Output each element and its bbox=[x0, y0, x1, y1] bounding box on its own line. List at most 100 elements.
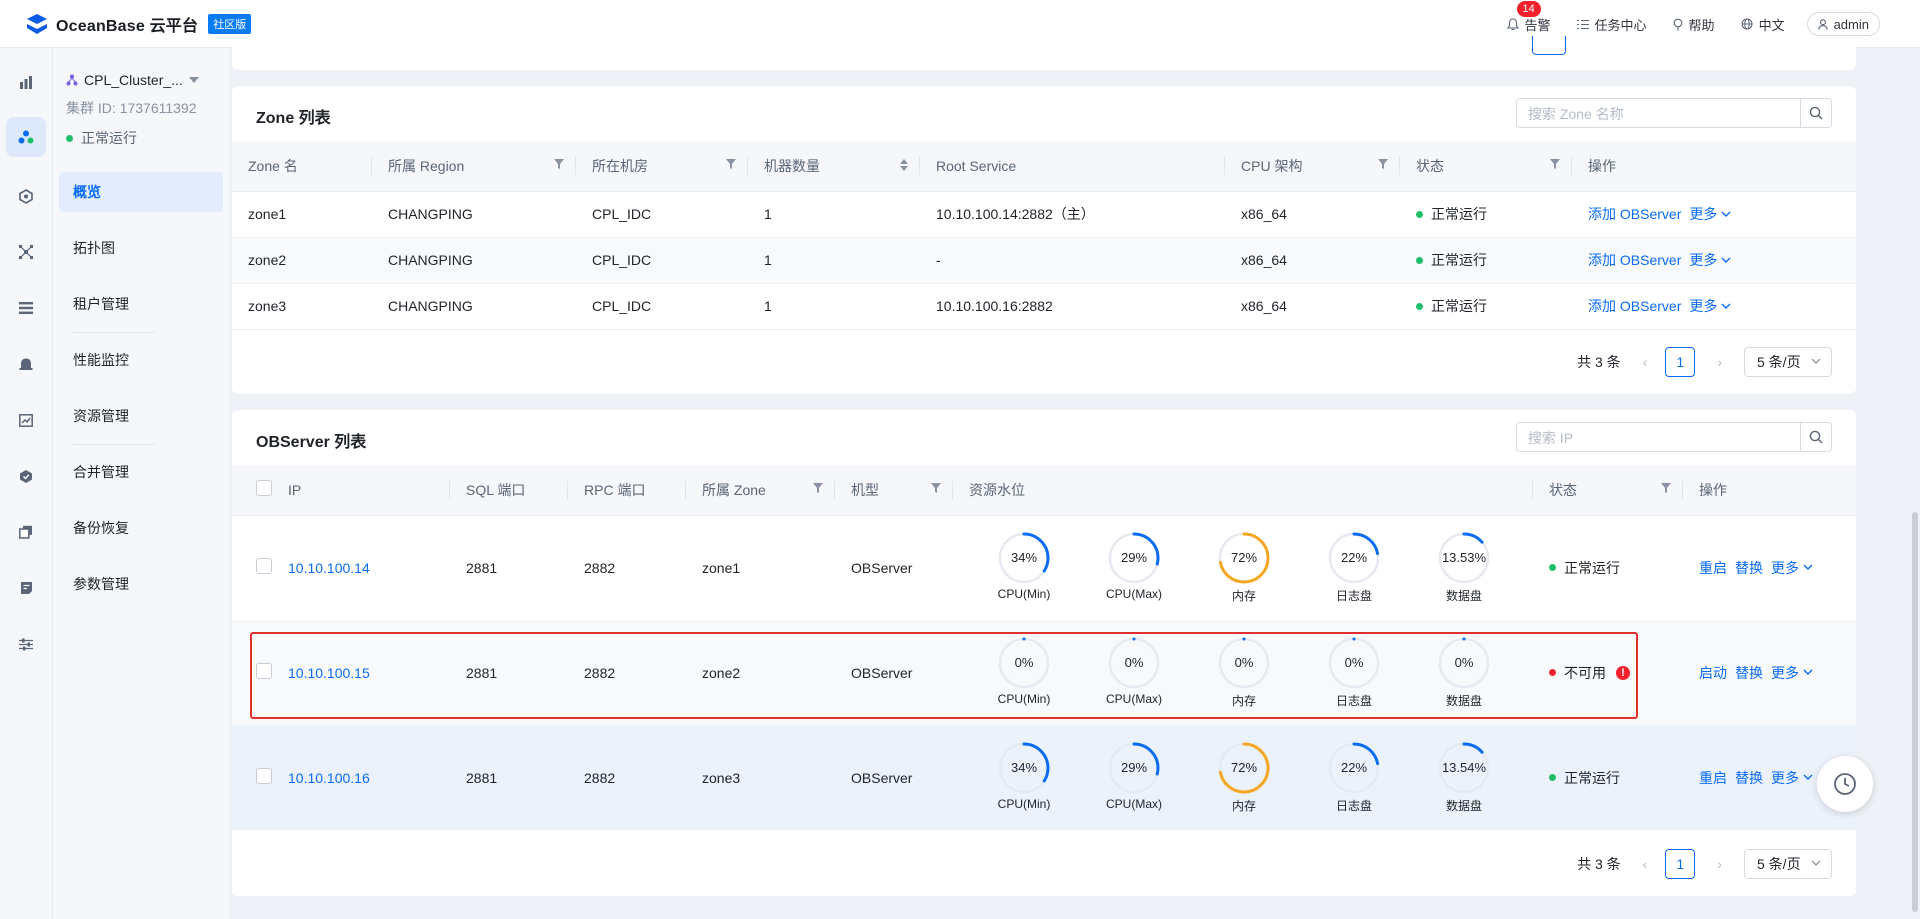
sort-icon[interactable] bbox=[900, 159, 908, 171]
rpc-port: 2882 bbox=[568, 620, 686, 725]
warning-icon[interactable]: ! bbox=[1616, 665, 1630, 680]
server-ip-link[interactable]: 10.10.100.14 bbox=[288, 560, 370, 576]
ip-search-input[interactable] bbox=[1517, 423, 1808, 453]
filter-icon[interactable] bbox=[554, 159, 564, 169]
add-observer-link[interactable]: 添加 OBServer bbox=[1588, 252, 1681, 268]
menu-item-overview[interactable]: 概览 bbox=[59, 172, 223, 212]
bar-chart-icon[interactable] bbox=[14, 70, 38, 94]
copy-icon[interactable] bbox=[14, 520, 38, 544]
gauge-label: 内存 bbox=[1231, 799, 1256, 813]
help-pin-icon bbox=[1673, 18, 1682, 30]
menu-item-merge[interactable]: 合并管理 bbox=[59, 452, 223, 492]
gauge-ring: 22% bbox=[1328, 532, 1380, 584]
gauge-value: 13.54% bbox=[1442, 760, 1487, 775]
replace-link[interactable]: 替换 bbox=[1735, 560, 1763, 576]
machine-type: OBServer bbox=[851, 559, 913, 576]
replace-link[interactable]: 替换 bbox=[1735, 770, 1763, 786]
cluster-icon[interactable] bbox=[6, 117, 46, 157]
next-page-icon[interactable]: › bbox=[1717, 354, 1722, 370]
resource-gauge: 13.53% 数据盘 bbox=[1409, 531, 1519, 604]
filter-icon[interactable] bbox=[931, 483, 941, 493]
document-icon[interactable] bbox=[14, 576, 38, 600]
zone-idc: CPL_IDC bbox=[576, 237, 748, 284]
fragment-button[interactable] bbox=[1532, 36, 1566, 55]
add-observer-link[interactable]: 添加 OBServer bbox=[1588, 206, 1681, 222]
filter-icon[interactable] bbox=[1661, 483, 1671, 493]
more-menu-link[interactable]: 更多 bbox=[1689, 204, 1731, 224]
page-number-button[interactable]: 1 bbox=[1665, 347, 1696, 377]
add-observer-link[interactable]: 添加 OBServer bbox=[1588, 298, 1681, 314]
menu-item-tenants[interactable]: 租户管理 bbox=[59, 284, 223, 324]
menu-divider bbox=[73, 444, 155, 445]
more-menu-link[interactable]: 更多 bbox=[1771, 663, 1813, 683]
zone-actions: 添加 OBServer 更多 bbox=[1572, 283, 1856, 330]
status-dot bbox=[1549, 774, 1556, 781]
shield-icon[interactable] bbox=[14, 464, 38, 488]
observer-table-header: IP SQL 端口 RPC 端口 所属 Zone 机型 资源水位 状态 操作 bbox=[232, 465, 1856, 516]
menu-item-backup[interactable]: 备份恢复 bbox=[59, 508, 223, 548]
history-float-button[interactable] bbox=[1817, 756, 1873, 812]
row-checkbox[interactable] bbox=[256, 663, 272, 679]
rpc-port: 2882 bbox=[568, 725, 686, 830]
cluster-selector[interactable]: CPL_Cluster_... bbox=[66, 72, 205, 88]
ip-search-button[interactable] bbox=[1800, 423, 1831, 451]
select-all-checkbox[interactable] bbox=[256, 480, 272, 497]
page-number-button[interactable]: 1 bbox=[1665, 849, 1696, 879]
restart-link[interactable]: 重启 bbox=[1699, 770, 1727, 786]
sliders-icon[interactable] bbox=[14, 632, 38, 656]
icon-rail bbox=[0, 48, 53, 919]
row-checkbox[interactable] bbox=[256, 768, 272, 784]
filter-icon[interactable] bbox=[1378, 159, 1388, 169]
next-page-icon[interactable]: › bbox=[1717, 856, 1722, 872]
task-center-nav-item[interactable]: 任务中心 bbox=[1576, 15, 1647, 34]
prev-page-icon[interactable]: ‹ bbox=[1643, 856, 1648, 872]
gauge-value: 0% bbox=[1235, 655, 1254, 670]
user-menu-button[interactable]: admin bbox=[1806, 12, 1880, 36]
page-scrollbar[interactable] bbox=[1912, 512, 1918, 912]
start-link[interactable]: 启动 bbox=[1699, 665, 1727, 681]
observer-list-title: OBServer 列表 bbox=[256, 434, 367, 451]
menu-item-resources[interactable]: 资源管理 bbox=[59, 396, 223, 436]
language-nav-item[interactable]: 中文 bbox=[1741, 15, 1785, 34]
sql-port: 2881 bbox=[450, 725, 568, 830]
gauge-label: CPU(Min) bbox=[997, 692, 1051, 706]
list-icon[interactable] bbox=[14, 296, 38, 320]
alarm-nav-item[interactable]: 告警 14 bbox=[1506, 0, 1551, 34]
gauge-ring: 22% bbox=[1328, 742, 1380, 794]
status-dot bbox=[1416, 210, 1423, 218]
server-ip-link[interactable]: 10.10.100.15 bbox=[288, 665, 370, 681]
zone-search-button[interactable] bbox=[1800, 99, 1831, 127]
observer-pagination: 共 3 条 ‹ 1 › 5 条/页 bbox=[1577, 848, 1832, 880]
menu-item-topology[interactable]: 拓扑图 bbox=[59, 228, 223, 268]
topology-icon[interactable] bbox=[14, 240, 38, 264]
page-size-select[interactable]: 5 条/页 bbox=[1744, 849, 1832, 879]
more-menu-link[interactable]: 更多 bbox=[1689, 296, 1731, 316]
prev-page-icon[interactable]: ‹ bbox=[1643, 354, 1648, 370]
menu-item-parameters[interactable]: 参数管理 bbox=[59, 564, 223, 604]
brand-logo[interactable]: OceanBase 云平台 社区版 bbox=[24, 12, 252, 36]
col-actions: 操作 bbox=[1683, 465, 1856, 516]
more-menu-link[interactable]: 更多 bbox=[1771, 768, 1813, 788]
row-checkbox[interactable] bbox=[256, 558, 272, 575]
menu-item-performance[interactable]: 性能监控 bbox=[59, 340, 223, 380]
page-size-select[interactable]: 5 条/页 bbox=[1744, 347, 1832, 377]
filter-icon[interactable] bbox=[813, 483, 823, 493]
alarm-bell-icon[interactable] bbox=[14, 352, 38, 376]
hexagon-icon[interactable] bbox=[14, 184, 38, 208]
more-menu-link[interactable]: 更多 bbox=[1771, 558, 1813, 578]
server-ip-link[interactable]: 10.10.100.16 bbox=[288, 770, 370, 786]
gauge-value: 0% bbox=[1125, 655, 1144, 670]
row-select bbox=[232, 725, 272, 830]
gauge-value: 29% bbox=[1121, 550, 1147, 565]
help-nav-item[interactable]: 帮助 bbox=[1673, 15, 1715, 34]
gauge-label: CPU(Min) bbox=[997, 587, 1051, 602]
monitor-chart-icon[interactable] bbox=[14, 408, 38, 432]
edition-badge: 社区版 bbox=[208, 14, 252, 34]
zone-search-input[interactable] bbox=[1517, 99, 1808, 129]
col-zone-name: Zone 名 bbox=[232, 141, 372, 192]
filter-icon[interactable] bbox=[1550, 159, 1560, 169]
replace-link[interactable]: 替换 bbox=[1735, 665, 1763, 681]
more-menu-link[interactable]: 更多 bbox=[1689, 250, 1731, 270]
restart-link[interactable]: 重启 bbox=[1699, 560, 1727, 576]
filter-icon[interactable] bbox=[726, 159, 736, 169]
